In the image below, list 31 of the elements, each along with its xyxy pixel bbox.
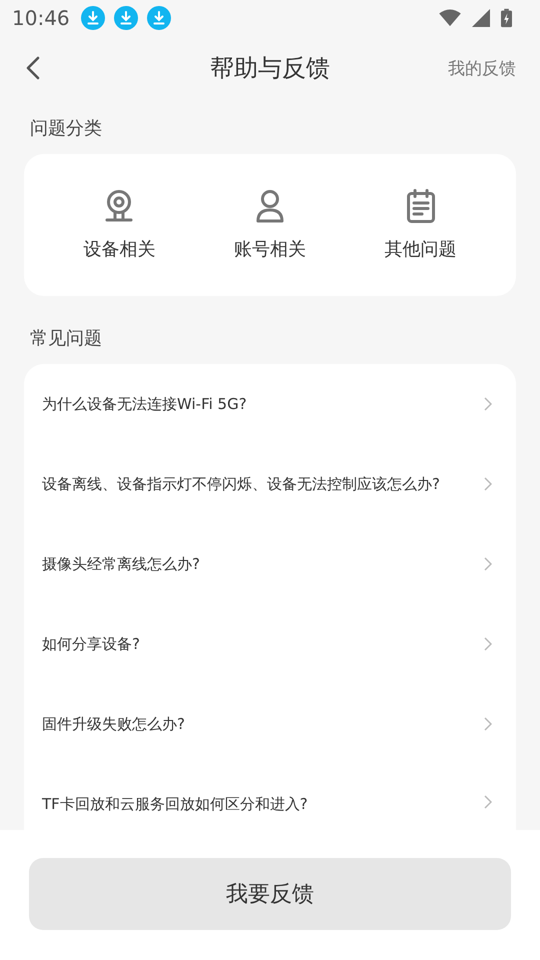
chevron-right-icon bbox=[484, 477, 492, 491]
chevron-right-icon bbox=[484, 637, 492, 651]
battery-icon bbox=[501, 8, 512, 28]
faq-item[interactable]: 设备离线、设备指示灯不停闪烁、设备无法控制应该怎么办? bbox=[24, 444, 516, 524]
faq-item[interactable]: TF卡回放和云服务回放如何区分和进入? bbox=[24, 764, 516, 830]
page-title: 帮助与反馈 bbox=[210, 53, 330, 84]
faq-item[interactable]: 固件升级失败怎么办? bbox=[24, 684, 516, 764]
category-item[interactable]: 其他问题 bbox=[360, 189, 481, 261]
chevron-right-icon bbox=[484, 557, 492, 571]
section-title: 常见问题 bbox=[29, 327, 103, 351]
faq-item[interactable]: 为什么设备无法连接Wi-Fi 5G? bbox=[24, 364, 516, 444]
category-item[interactable]: 设备相关 bbox=[59, 189, 180, 261]
status-time: 10:46 bbox=[12, 6, 70, 30]
section-title: 问题分类 bbox=[29, 117, 103, 141]
wifi-icon bbox=[439, 9, 461, 27]
download-icon bbox=[114, 6, 138, 30]
clipboard-icon bbox=[406, 189, 436, 223]
my-feedback-link[interactable]: 我的反馈 bbox=[448, 56, 516, 80]
webcam-icon bbox=[104, 189, 134, 223]
faq-item[interactable]: 如何分享设备? bbox=[24, 604, 516, 684]
faq-item[interactable]: 摄像头经常离线怎么办? bbox=[24, 524, 516, 604]
chevron-right-icon bbox=[484, 397, 492, 411]
category-item[interactable]: 账号相关 bbox=[210, 189, 330, 261]
download-icon bbox=[80, 6, 105, 30]
person-icon bbox=[254, 189, 285, 223]
back-icon[interactable] bbox=[26, 56, 40, 80]
download-icon bbox=[146, 6, 171, 30]
chevron-right-icon bbox=[484, 717, 492, 731]
signal-icon bbox=[472, 9, 490, 27]
feedback-button[interactable]: 我要反馈 bbox=[29, 858, 511, 930]
chevron-right-icon bbox=[484, 795, 492, 809]
